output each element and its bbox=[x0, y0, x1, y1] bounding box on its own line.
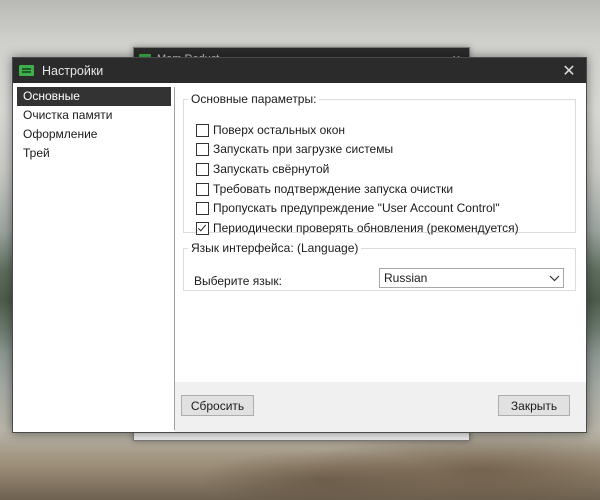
option-autorun[interactable]: Запускать при загрузке системы bbox=[196, 141, 393, 157]
option-label: Требовать подтверждение запуска очистки bbox=[213, 182, 454, 196]
checkbox[interactable] bbox=[196, 123, 209, 137]
sidebar-item-tray[interactable]: Трей bbox=[17, 144, 174, 163]
dialog-title: Настройки bbox=[42, 63, 104, 78]
checkbox[interactable] bbox=[196, 182, 209, 196]
option-label: Запускать свёрнутой bbox=[213, 162, 330, 176]
option-start-minimized[interactable]: Запускать свёрнутой bbox=[196, 161, 329, 177]
reset-button[interactable]: Сбросить bbox=[181, 395, 254, 416]
dialog-footer: Сбросить Закрыть bbox=[175, 382, 586, 432]
dialog-titlebar[interactable]: Настройки ✕ bbox=[13, 58, 586, 83]
option-confirm-cleaning[interactable]: Требовать подтверждение запуска очистки bbox=[196, 181, 453, 197]
language-group: Язык интерфейса: (Language) Выберите язы… bbox=[183, 241, 576, 291]
settings-sidebar: Основные Очистка памяти Оформление Трей bbox=[17, 87, 175, 430]
option-label: Периодически проверять обновления (реком… bbox=[213, 221, 519, 235]
language-select-value: Russian bbox=[384, 271, 428, 285]
language-label: Выберите язык: bbox=[194, 274, 282, 288]
desktop-background: Mem Reduct — ✕ Настройки ✕ Основные Очис… bbox=[0, 0, 600, 500]
option-skip-uac-warning[interactable]: Пропускать предупреждение "User Account … bbox=[196, 200, 500, 216]
sidebar-item-basic[interactable]: Основные bbox=[17, 87, 171, 106]
group-legend: Язык интерфейса: (Language) bbox=[191, 241, 359, 255]
option-check-updates[interactable]: Периодически проверять обновления (реком… bbox=[196, 220, 519, 236]
group-legend: Основные параметры: bbox=[191, 92, 317, 106]
checkbox[interactable] bbox=[196, 142, 209, 156]
checkbox[interactable] bbox=[196, 162, 209, 176]
chevron-down-icon[interactable] bbox=[545, 275, 563, 282]
app-icon bbox=[19, 65, 34, 76]
sidebar-item-memory-cleaning[interactable]: Очистка памяти bbox=[17, 106, 174, 125]
option-label: Поверх остальных окон bbox=[213, 123, 345, 137]
settings-dialog: Настройки ✕ Основные Очистка памяти Офор… bbox=[12, 57, 587, 433]
close-icon[interactable]: ✕ bbox=[552, 58, 586, 83]
language-select[interactable]: Russian bbox=[379, 268, 564, 288]
option-label: Запускать при загрузке системы bbox=[213, 142, 394, 156]
dialog-content: Основные Очистка памяти Оформление Трей … bbox=[13, 83, 586, 432]
sidebar-item-appearance[interactable]: Оформление bbox=[17, 125, 174, 144]
checkbox[interactable] bbox=[196, 201, 209, 215]
checkbox-checked[interactable] bbox=[196, 221, 209, 235]
basic-settings-group: Основные параметры: Поверх остальных око… bbox=[183, 92, 576, 236]
option-always-on-top[interactable]: Поверх остальных окон bbox=[196, 122, 345, 138]
option-label: Пропускать предупреждение "User Account … bbox=[213, 201, 500, 215]
settings-panel: Основные параметры: Поверх остальных око… bbox=[175, 83, 586, 432]
close-button[interactable]: Закрыть bbox=[498, 395, 570, 416]
